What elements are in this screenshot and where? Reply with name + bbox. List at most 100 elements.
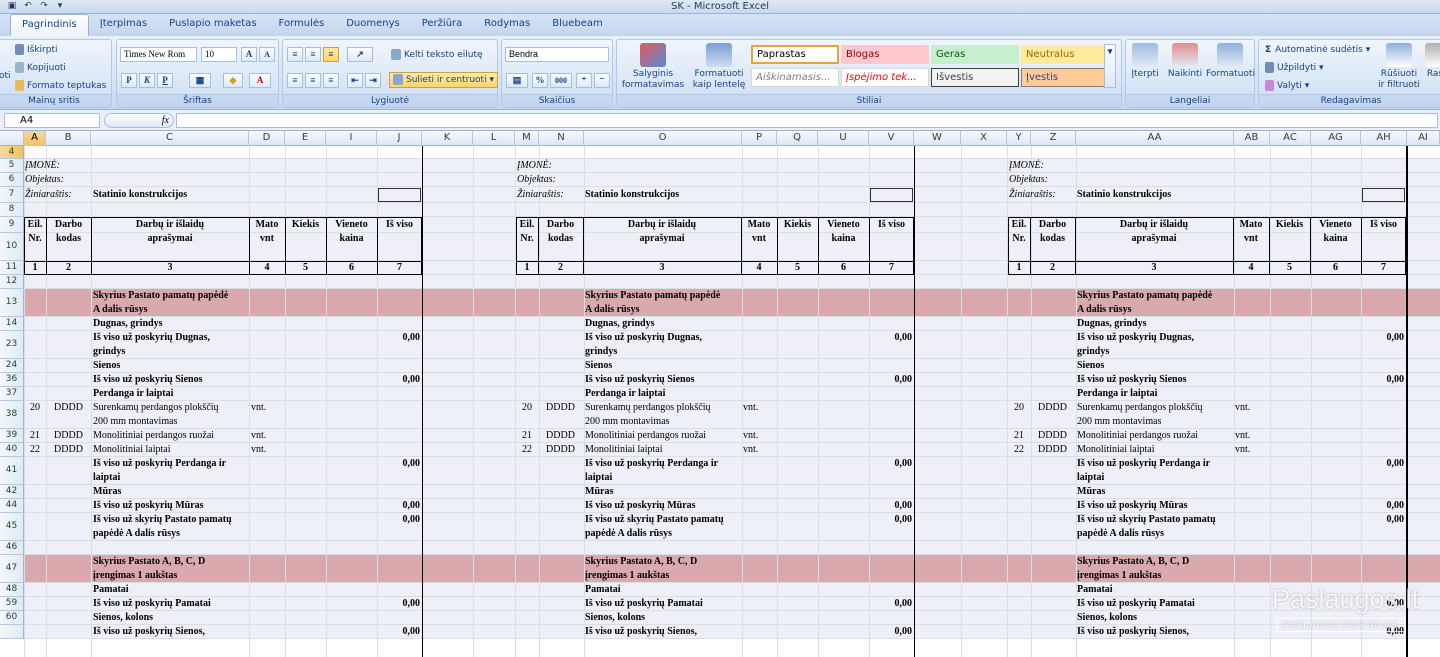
row-header[interactable]: 45 (0, 513, 24, 541)
align-left-button[interactable]: ≡ (287, 73, 303, 88)
row-header[interactable]: 42 (0, 485, 24, 499)
find-select-button[interactable]: Ras (1423, 43, 1440, 80)
align-top-button[interactable]: ≡ (287, 47, 303, 62)
cell-style-5[interactable]: Įspėjimo tek... (841, 68, 929, 87)
sort-filter-button[interactable]: Rūšiuoti ir filtruoti (1377, 43, 1421, 91)
column-header[interactable]: K (422, 131, 473, 146)
row-header[interactable]: 46 (0, 541, 24, 555)
row-header[interactable]: 8 (0, 203, 24, 217)
output-cell-box[interactable] (1362, 188, 1405, 202)
tab-7[interactable]: Bluebeam (541, 14, 614, 36)
cell-style-3[interactable]: Neutralus (1021, 45, 1109, 64)
row-header[interactable]: 11 (0, 261, 24, 275)
row-header[interactable]: 37 (0, 387, 24, 401)
column-header[interactable]: I (326, 131, 377, 146)
name-box[interactable]: A4 (4, 113, 100, 128)
row-header[interactable]: 41 (0, 457, 24, 485)
fill-color-button[interactable]: ◆ (223, 73, 243, 88)
currency-button[interactable]: ▤ (506, 73, 528, 88)
column-header[interactable]: C (91, 131, 249, 146)
shrink-font-button[interactable]: A (259, 47, 275, 62)
column-header[interactable]: AI (1407, 131, 1440, 146)
font-name-combo[interactable]: Times New Rom (120, 47, 197, 62)
column-header[interactable]: O (584, 131, 742, 146)
column-header[interactable]: L (473, 131, 515, 146)
column-header[interactable]: Q (777, 131, 818, 146)
align-middle-button[interactable]: ≡ (305, 47, 321, 62)
row-header[interactable]: 5 (0, 159, 24, 173)
column-header[interactable]: W (914, 131, 961, 146)
cell-style-1[interactable]: Blogas (841, 45, 929, 64)
paste-button[interactable]: oti (0, 70, 11, 82)
fill-button[interactable]: Užpildyti ▾ (1265, 62, 1323, 74)
row-header[interactable]: 4 (0, 146, 24, 159)
tab-1[interactable]: Įterpimas (89, 14, 158, 36)
underline-button[interactable]: P (157, 73, 173, 88)
cell-style-0[interactable]: Paprastas (751, 45, 839, 64)
column-header[interactable]: AC (1270, 131, 1311, 146)
cell-style-4[interactable]: Aiškinamasis... (751, 68, 839, 87)
cell-style-7[interactable]: Įvestis (1021, 68, 1109, 87)
styles-scroll[interactable]: ▾ (1104, 44, 1116, 88)
format-cells-button[interactable]: Formatuoti (1206, 43, 1255, 80)
cell-style-6[interactable]: Išvestis (931, 68, 1019, 87)
row-header[interactable]: 7 (0, 187, 24, 203)
cut-button[interactable]: Iškirpti (15, 44, 58, 56)
tab-6[interactable]: Rodymas (473, 14, 541, 36)
column-header[interactable]: D (249, 131, 285, 146)
tab-4[interactable]: Duomenys (335, 14, 411, 36)
column-header[interactable]: AG (1311, 131, 1361, 146)
select-all-corner[interactable] (0, 131, 24, 146)
grow-font-button[interactable]: A (241, 47, 257, 62)
row-header[interactable]: 24 (0, 359, 24, 373)
column-header[interactable]: A (24, 131, 46, 146)
column-header[interactable]: J (377, 131, 422, 146)
tab-2[interactable]: Puslapio maketas (158, 14, 267, 36)
row-header[interactable]: 59 (0, 597, 24, 611)
copy-button[interactable]: Kopijuoti (15, 62, 66, 74)
column-header[interactable]: AB (1234, 131, 1270, 146)
format-as-table-button[interactable]: Formatuoti kaip lentelę (687, 43, 751, 91)
italic-button[interactable]: K (139, 73, 155, 88)
row-header[interactable]: 10 (0, 233, 24, 261)
bold-button[interactable]: P (121, 73, 137, 88)
row-header[interactable]: 36 (0, 373, 24, 387)
column-header[interactable]: N (539, 131, 584, 146)
column-header[interactable]: E (285, 131, 326, 146)
row-header[interactable]: 60 (0, 611, 24, 625)
row-header[interactable]: 23 (0, 331, 24, 359)
row-header[interactable]: 9 (0, 217, 24, 233)
row-header[interactable]: 6 (0, 173, 24, 187)
column-header[interactable]: P (742, 131, 777, 146)
column-header[interactable]: V (869, 131, 914, 146)
column-header[interactable]: X (961, 131, 1007, 146)
row-header[interactable] (0, 625, 24, 639)
column-header[interactable]: M (515, 131, 539, 146)
font-size-combo[interactable]: 10 (201, 47, 237, 62)
clear-button[interactable]: Valyti ▾ (1265, 80, 1309, 92)
wrap-text-button[interactable]: Kelti teksto eilutę (391, 49, 483, 61)
align-center-button[interactable]: ≡ (305, 73, 321, 88)
decrease-indent-button[interactable]: ⇤ (347, 73, 363, 88)
autosum-button[interactable]: Σ Automatinė sudėtis ▾ (1265, 44, 1370, 56)
row-header[interactable]: 13 (0, 289, 24, 317)
row-header[interactable]: 44 (0, 499, 24, 513)
column-header[interactable]: Z (1031, 131, 1076, 146)
row-header[interactable]: 38 (0, 401, 24, 429)
merge-center-button[interactable]: Sulieti ir centruoti ▾ (389, 72, 498, 88)
number-format-combo[interactable]: Bendra (505, 47, 609, 62)
row-header[interactable]: 40 (0, 443, 24, 457)
column-header[interactable]: AA (1076, 131, 1234, 146)
output-cell-box[interactable] (870, 188, 913, 202)
thousands-button[interactable]: 000 (550, 73, 572, 88)
percent-button[interactable]: % (532, 73, 548, 88)
tab-0[interactable]: Pagrindinis (10, 14, 89, 36)
insert-cells-button[interactable]: Įterpti (1128, 43, 1162, 80)
align-right-button[interactable]: ≡ (323, 73, 339, 88)
borders-button[interactable]: ▦ (189, 73, 211, 88)
increase-decimal-button[interactable]: ⁺ (576, 73, 592, 88)
worksheet-grid[interactable]: 4 5 6 7 8 9 10 11 12 13 14 23 24 36 37 38 39 40 41 42 44 45 46… (0, 146, 1440, 657)
tab-5[interactable]: Peržiūra (411, 14, 474, 36)
row-header[interactable]: 12 (0, 275, 24, 289)
decrease-decimal-button[interactable]: ⁻ (594, 73, 610, 88)
